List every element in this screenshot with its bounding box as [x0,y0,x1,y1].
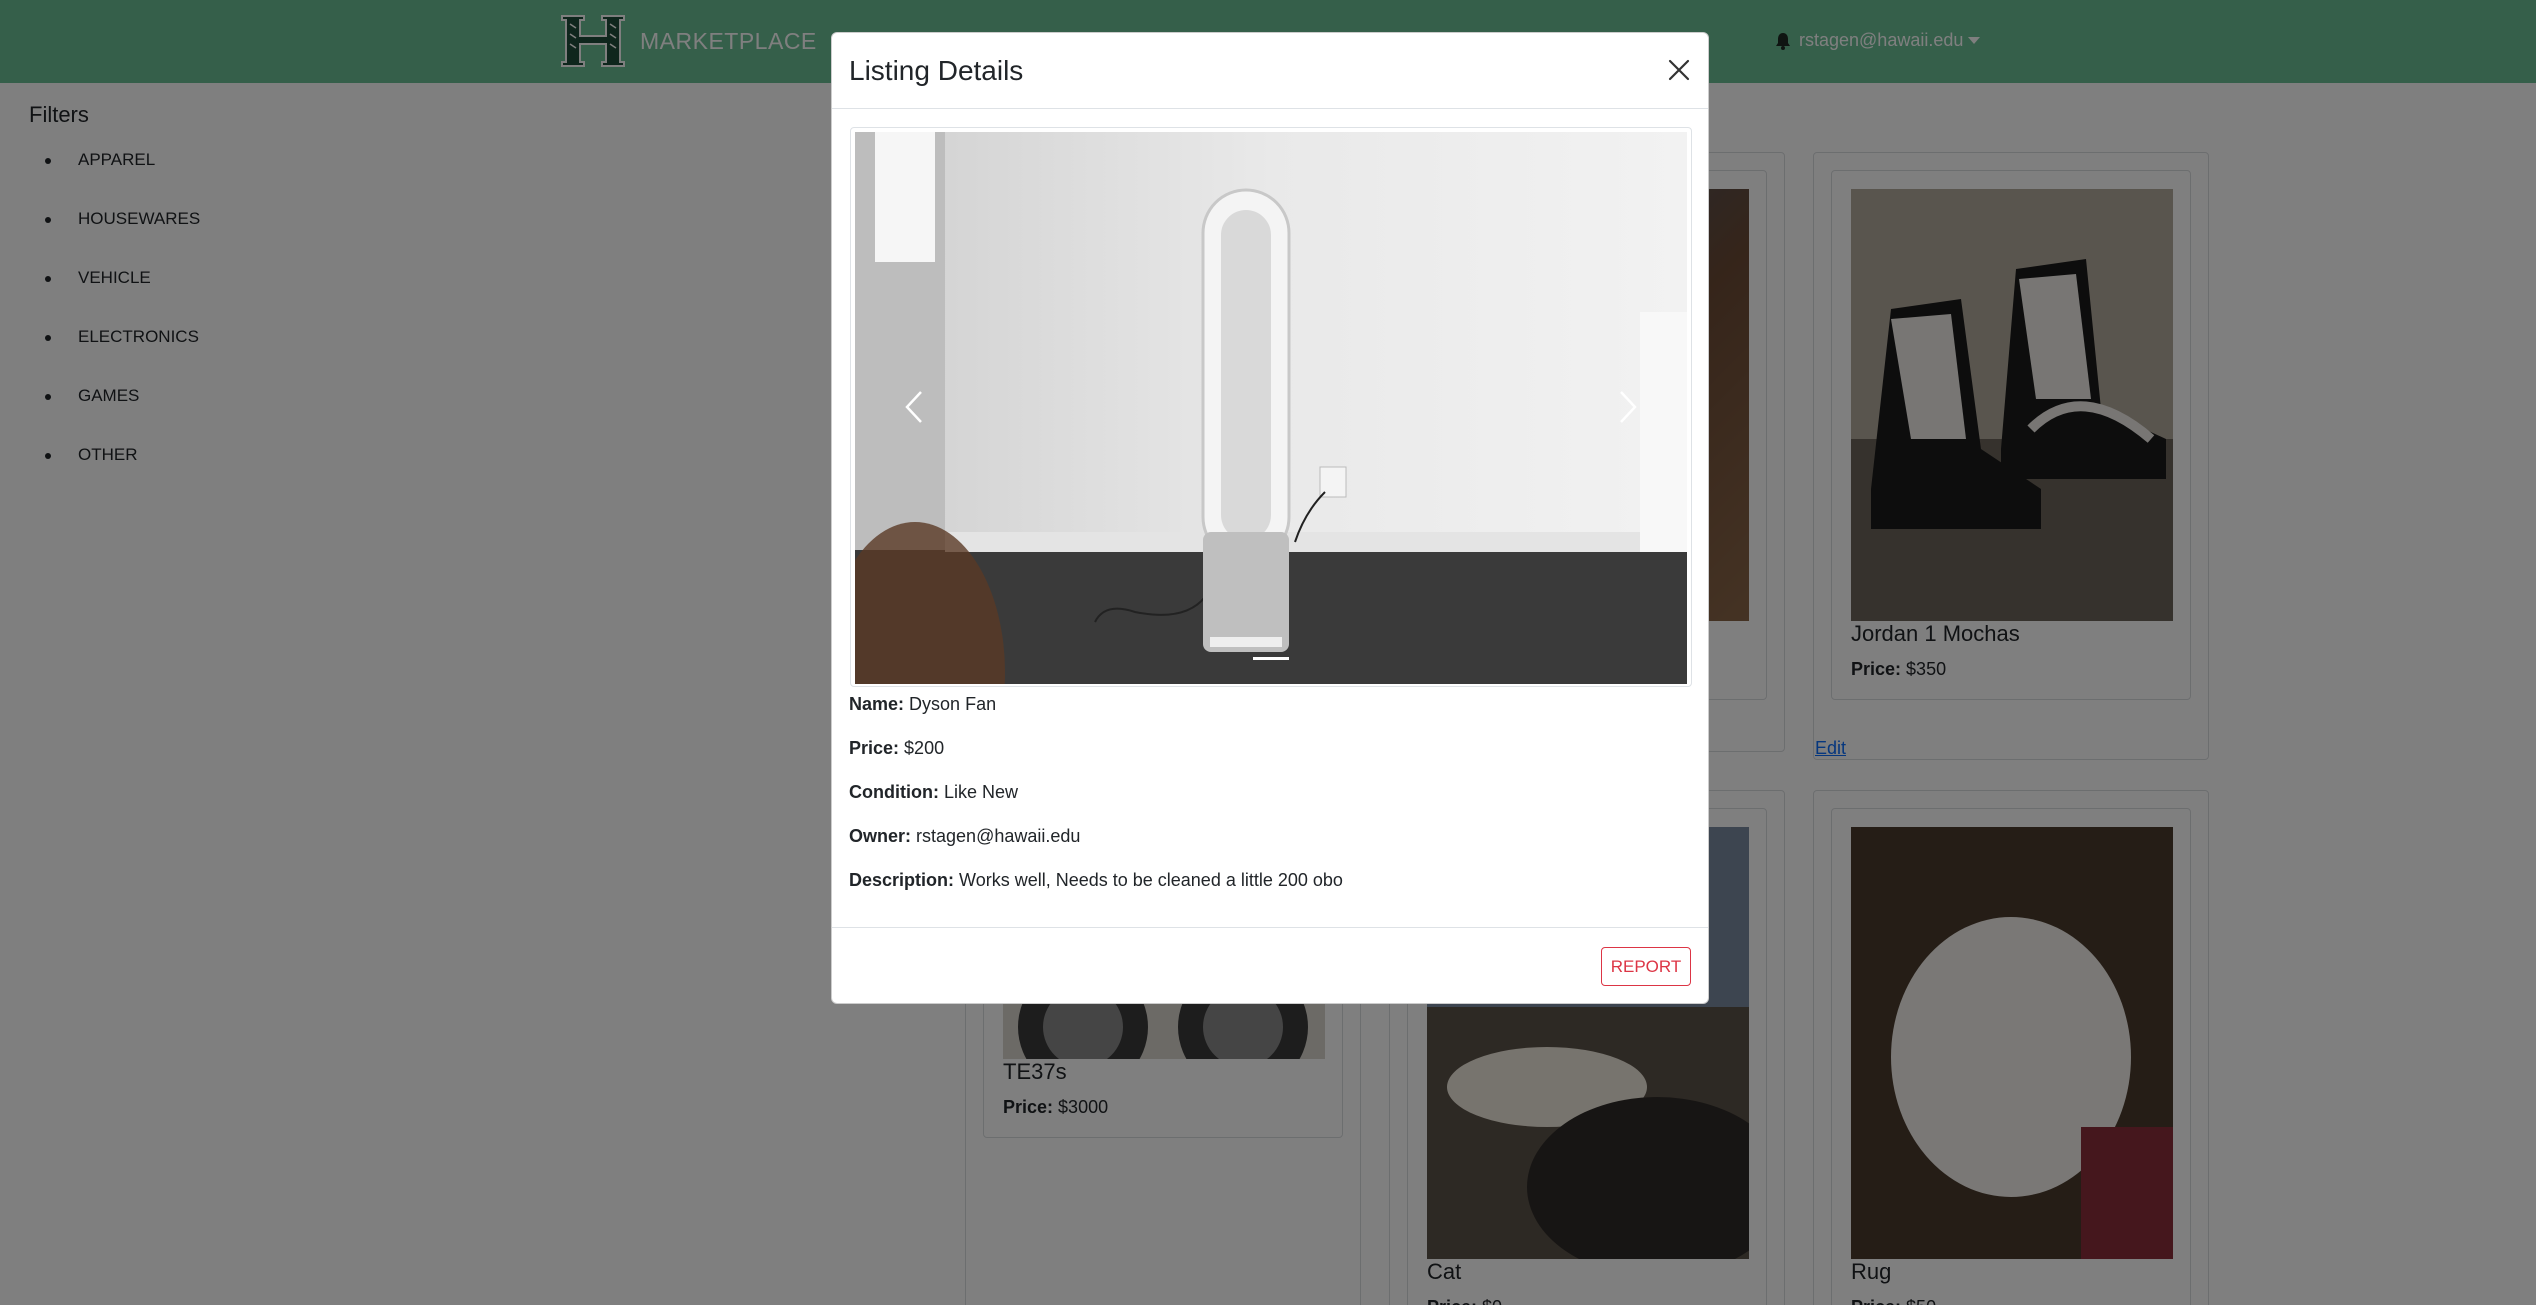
close-icon[interactable] [1664,55,1694,85]
report-button[interactable]: REPORT [1601,947,1691,986]
dyson-fan-photo [855,132,1687,684]
modal-header: Listing Details [832,33,1708,109]
detail-price: Price: $200 [849,738,944,759]
listing-details-modal: Listing Details Name: Dyson Fan Price: $… [831,32,1709,1004]
detail-value: Like New [943,782,1019,802]
detail-label: Condition: [849,782,939,802]
detail-owner: Owner: rstagen@hawaii.edu [849,826,1080,847]
carousel-slide [855,132,1687,684]
detail-label: Description: [849,870,955,890]
modal-footer-divider [832,927,1708,928]
detail-value: $200 [904,738,945,758]
detail-condition: Condition: Like New [849,782,1018,803]
detail-value: rstagen@hawaii.edu [916,826,1081,846]
carousel-indicator[interactable] [1253,657,1289,660]
detail-label: Owner: [849,826,912,846]
detail-name: Name: Dyson Fan [849,694,996,715]
detail-value: Works well, Needs to be cleaned a little… [959,870,1343,890]
chevron-left-icon[interactable] [895,382,935,432]
detail-label: Name: [849,694,905,714]
detail-label: Price: [849,738,900,758]
detail-description: Description: Works well, Needs to be cle… [849,870,1343,891]
chevron-right-icon[interactable] [1607,382,1647,432]
modal-title: Listing Details [849,55,1024,86]
image-carousel [850,127,1692,687]
detail-value: Dyson Fan [909,694,997,714]
